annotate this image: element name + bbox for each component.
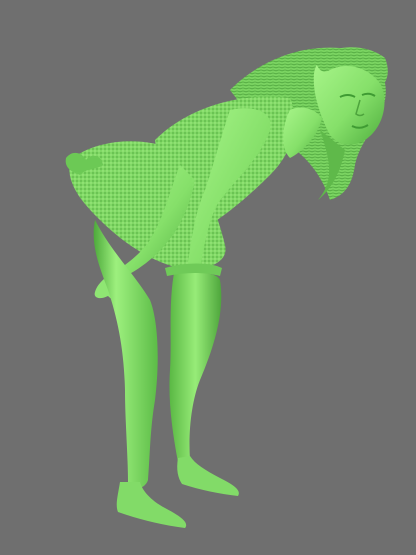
left-shoe: [116, 482, 187, 528]
right-leg: [169, 268, 222, 469]
model-render[interactable]: [0, 0, 416, 555]
3d-viewport[interactable]: [0, 0, 416, 555]
right-shoe: [177, 456, 239, 496]
